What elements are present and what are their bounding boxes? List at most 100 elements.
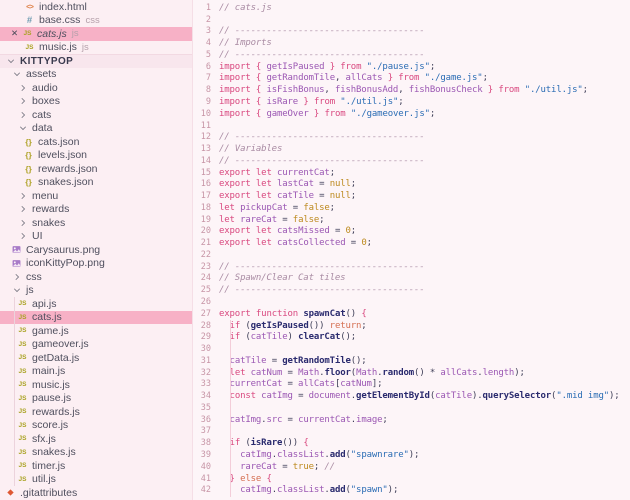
tree-folder-KITTYPOP[interactable]: KITTYPOP xyxy=(0,54,192,68)
line-number: 4 xyxy=(205,38,211,49)
editor-pane[interactable]: 1 // cats.js 2 3 // ------------------------… xyxy=(193,0,630,500)
tree-file-util.js[interactable]: JS util.js xyxy=(0,473,192,487)
code-line[interactable]: 42 catImg.classList.add("spawn"); xyxy=(193,484,630,496)
code-line[interactable]: 33 currentCat = allCats[catNum]; xyxy=(193,379,630,391)
code-line[interactable]: 22 xyxy=(193,249,630,261)
tree-file-sfx.js[interactable]: JS sfx.js xyxy=(0,432,192,446)
code-line[interactable]: 8 import { isFishBonus, fishBonusAdd, fis… xyxy=(193,84,630,96)
code-line[interactable]: 17 export let catTile = null; xyxy=(193,190,630,202)
code-line[interactable]: 41 } else { xyxy=(193,473,630,485)
js-file-icon: JS xyxy=(23,30,32,38)
tree-item-label: api.js xyxy=(32,297,57,310)
code-line[interactable]: 34 const catImg = document.getElementByI… xyxy=(193,390,630,402)
tree-folder-js[interactable]: js xyxy=(0,284,192,298)
code-line[interactable]: 14 // -----------------------------------… xyxy=(193,155,630,167)
open-editor-item-index.html[interactable]: <> index.html xyxy=(0,0,192,14)
js-file-icon: JS xyxy=(18,435,27,443)
code-line[interactable]: 3 // ------------------------------------ xyxy=(193,26,630,38)
code-text: let catNum = Math.floor(Math.random() * … xyxy=(229,367,525,378)
tree-file-cats.js[interactable]: JS cats.js xyxy=(0,310,192,324)
code-line[interactable]: 15 export let currentCat; xyxy=(193,167,630,179)
code-line[interactable]: 21 export let catsCollected = 0; xyxy=(193,237,630,249)
code-line[interactable]: 24 // Spawn/Clear Cat tiles xyxy=(193,273,630,285)
code-text: // ------------------------------------ xyxy=(219,49,425,60)
tree-file-getData.js[interactable]: JS getData.js xyxy=(0,351,192,365)
code-line[interactable]: 9 import { isRare } from "./util.js"; xyxy=(193,96,630,108)
tree-file-game.js[interactable]: JS game.js xyxy=(0,324,192,338)
code-line[interactable]: 7 import { getRandomTile, allCats } from … xyxy=(193,73,630,85)
open-editor-item-base.css[interactable]: # base.css css xyxy=(0,14,192,28)
code-line[interactable]: 23 // -----------------------------------… xyxy=(193,261,630,273)
code-line[interactable]: 6 import { getIsPaused } from "./pause.js… xyxy=(193,61,630,73)
tree-folder-data[interactable]: data xyxy=(0,122,192,136)
code-line[interactable]: 32 let catNum = Math.floor(Math.random()… xyxy=(193,367,630,379)
chevron-right-icon xyxy=(17,96,28,107)
tree-file-music.js[interactable]: JS music.js xyxy=(0,378,192,392)
tree-file-rewards.json[interactable]: {} rewards.json xyxy=(0,162,192,176)
tree-file-iconKittyPop.png[interactable]: iconKittyPop.png xyxy=(0,257,192,271)
line-number: 34 xyxy=(200,391,211,402)
code-area[interactable]: 1 // cats.js 2 3 // ------------------------… xyxy=(193,0,630,496)
tree-item-label: data xyxy=(32,122,53,135)
code-line[interactable]: 40 rareCat = true; // xyxy=(193,461,630,473)
open-editor-item-music.js[interactable]: JS music.js js xyxy=(0,41,192,55)
image-file-icon xyxy=(11,244,22,255)
code-line[interactable]: 11 xyxy=(193,120,630,132)
code-line[interactable]: 37 xyxy=(193,426,630,438)
code-line[interactable]: 4 // Imports xyxy=(193,37,630,49)
code-line[interactable]: 18 let pickupCat = false; xyxy=(193,202,630,214)
code-line[interactable]: 10 import { gameOver } from "./gameover.j… xyxy=(193,108,630,120)
code-line[interactable]: 39 catImg.classList.add("spawnrare"); xyxy=(193,449,630,461)
code-line[interactable]: 13 // Variables xyxy=(193,143,630,155)
tree-file-gameover.js[interactable]: JS gameover.js xyxy=(0,338,192,352)
tree-file-main.js[interactable]: JS main.js xyxy=(0,365,192,379)
code-line[interactable]: 35 xyxy=(193,402,630,414)
close-icon[interactable]: ✕ xyxy=(9,28,20,39)
code-line[interactable]: 29 if (catTile) clearCat(); xyxy=(193,331,630,343)
code-line[interactable]: 2 xyxy=(193,14,630,26)
tree-file-api.js[interactable]: JS api.js xyxy=(0,297,192,311)
tree-file-.gitattributes[interactable]: .gitattributes xyxy=(0,486,192,500)
tree-folder-menu[interactable]: menu xyxy=(0,189,192,203)
tree-folder-rewards[interactable]: rewards xyxy=(0,203,192,217)
code-line[interactable]: 31 catTile = getRandomTile(); xyxy=(193,355,630,367)
code-line[interactable]: 26 xyxy=(193,296,630,308)
tree-folder-boxes[interactable]: boxes xyxy=(0,95,192,109)
code-line[interactable]: 12 // -----------------------------------… xyxy=(193,131,630,143)
code-line[interactable]: 1 // cats.js xyxy=(193,2,630,14)
tree-file-snakes.json[interactable]: {} snakes.json xyxy=(0,176,192,190)
tree-folder-audio[interactable]: audio xyxy=(0,81,192,95)
code-text: // Imports xyxy=(219,38,272,49)
tree-file-rewards.js[interactable]: JS rewards.js xyxy=(0,405,192,419)
tree-file-score.js[interactable]: JS score.js xyxy=(0,419,192,433)
open-editor-label: index.html xyxy=(39,0,87,13)
line-number: 7 xyxy=(205,73,211,84)
tree-file-timer.js[interactable]: JS timer.js xyxy=(0,459,192,473)
code-text: // ------------------------------------ xyxy=(219,261,425,272)
tree-file-levels.json[interactable]: {} levels.json xyxy=(0,149,192,163)
code-line[interactable]: 28 if (getIsPaused()) return; xyxy=(193,320,630,332)
code-line[interactable]: 16 export let lastCat = null; xyxy=(193,178,630,190)
code-line[interactable]: 30 xyxy=(193,343,630,355)
open-editor-item-cats.js[interactable]: ✕ JS cats.js js xyxy=(0,27,192,41)
tree-folder-cats[interactable]: cats xyxy=(0,108,192,122)
code-line[interactable]: 20 export let catsMissed = 0; xyxy=(193,226,630,238)
js-file-icon: JS xyxy=(18,327,27,335)
code-line[interactable]: 27 export function spawnCat() { xyxy=(193,308,630,320)
tree-file-cats.json[interactable]: {} cats.json xyxy=(0,135,192,149)
tree-file-snakes.js[interactable]: JS snakes.js xyxy=(0,446,192,460)
code-line[interactable]: 19 let rareCat = false; xyxy=(193,214,630,226)
code-line[interactable]: 36 catImg.src = currentCat.image; xyxy=(193,414,630,426)
tree-item-label: music.js xyxy=(32,378,70,391)
tree-folder-UI[interactable]: UI xyxy=(0,230,192,244)
code-line[interactable]: 25 // -----------------------------------… xyxy=(193,284,630,296)
tree-file-Carysaurus.png[interactable]: Carysaurus.png xyxy=(0,243,192,257)
line-number: 28 xyxy=(200,320,211,331)
code-line[interactable]: 38 if (isRare()) { xyxy=(193,437,630,449)
code-line[interactable]: 5 // ------------------------------------ xyxy=(193,49,630,61)
tree-folder-css[interactable]: css xyxy=(0,270,192,284)
tree-folder-assets[interactable]: assets xyxy=(0,68,192,82)
tree-folder-snakes[interactable]: snakes xyxy=(0,216,192,230)
tree-file-pause.js[interactable]: JS pause.js xyxy=(0,392,192,406)
code-text: export let catTile = null; xyxy=(219,191,357,202)
